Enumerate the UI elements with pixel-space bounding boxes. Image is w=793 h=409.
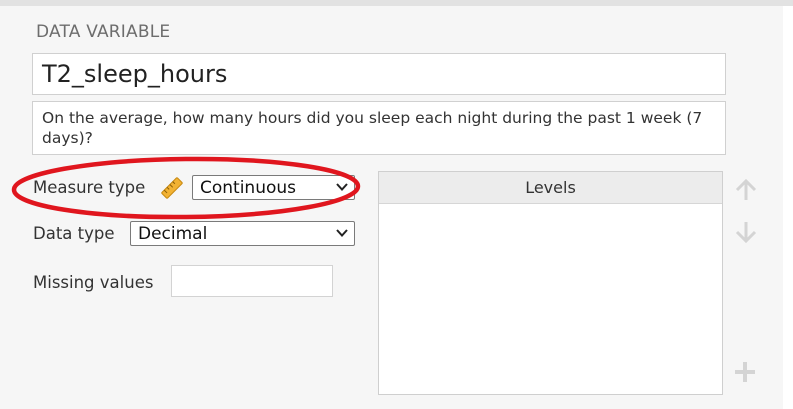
- arrow-down-icon: [735, 222, 757, 244]
- data-type-label: Data type: [33, 224, 115, 243]
- levels-list[interactable]: Levels: [378, 171, 723, 395]
- measure-type-select[interactable]: Continuous: [192, 175, 355, 200]
- move-up-button[interactable]: [733, 177, 759, 203]
- right-scroll-gutter: [783, 6, 793, 409]
- arrow-up-icon: [735, 178, 757, 200]
- plus-icon: [735, 362, 755, 382]
- chevron-down-icon: [336, 229, 348, 237]
- missing-values-input[interactable]: [171, 265, 333, 297]
- move-down-button[interactable]: [733, 219, 759, 245]
- data-type-value: Decimal: [138, 224, 208, 244]
- section-title: DATA VARIABLE: [36, 22, 171, 42]
- top-border: [0, 0, 793, 6]
- chevron-down-icon: [336, 183, 348, 191]
- levels-header: Levels: [379, 172, 722, 204]
- variable-description-field[interactable]: On the average, how many hours did you s…: [32, 101, 726, 155]
- variable-name-field[interactable]: T2_sleep_hours: [32, 53, 726, 95]
- measure-type-value: Continuous: [200, 178, 297, 198]
- ruler-icon: [159, 175, 185, 201]
- data-type-select[interactable]: Decimal: [130, 221, 355, 246]
- add-level-button[interactable]: [732, 359, 758, 385]
- missing-values-label: Missing values: [33, 273, 154, 292]
- measure-type-label: Measure type: [33, 178, 146, 197]
